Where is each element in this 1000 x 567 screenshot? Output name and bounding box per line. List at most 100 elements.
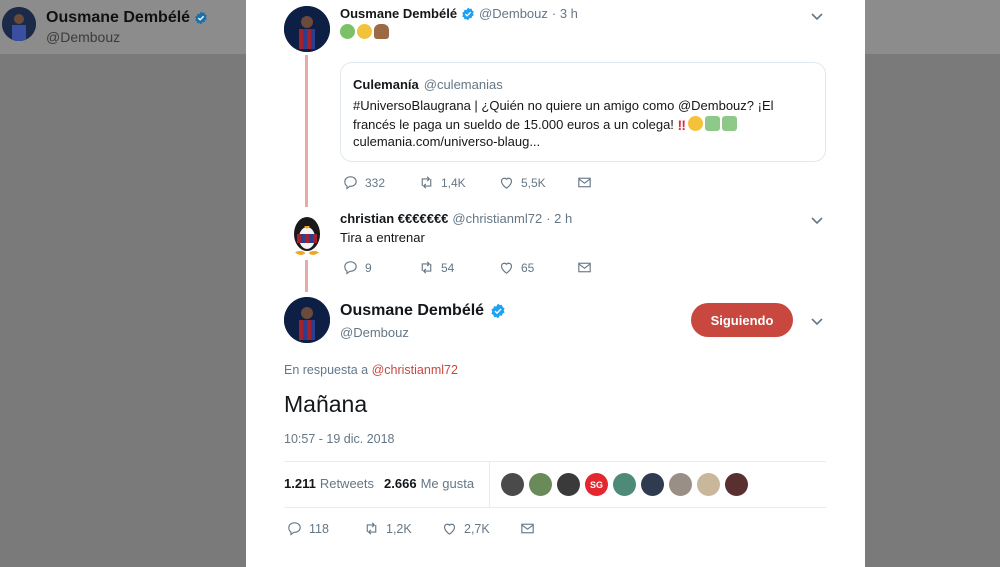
quoted-tweet[interactable]: Culemanía @culemanias #UniversoBlaugrana…	[340, 62, 826, 162]
background-profile-name[interactable]: Ousmane Dembélé	[46, 9, 208, 27]
verified-icon	[195, 11, 207, 25]
rolling-laughing-face-icon	[688, 116, 703, 132]
background-name-text: Ousmane Dembélé	[46, 9, 191, 26]
thread-line	[305, 260, 308, 292]
liker-avatar[interactable]	[501, 473, 524, 496]
reply-button[interactable]: 332	[342, 174, 418, 191]
retweet-icon	[421, 176, 432, 189]
background-avatar[interactable]	[2, 7, 36, 41]
retweet-button[interactable]: 1,2K	[363, 520, 441, 537]
like-count: 2,7K	[464, 521, 490, 536]
quote-link[interactable]: culemania.com/universo-blaug...	[353, 134, 540, 149]
main-author-name-text: Ousmane Dembélé	[340, 302, 485, 319]
liker-avatar[interactable]	[725, 473, 748, 496]
envelope-icon	[521, 523, 534, 534]
retweets-count: 1.211	[284, 476, 316, 491]
liker-avatar[interactable]	[613, 473, 636, 496]
reply-count: 118	[309, 521, 329, 536]
tweet-time[interactable]: · 3 h	[552, 6, 578, 21]
likes-count: 2.666	[384, 476, 417, 491]
tired-face-icon	[357, 24, 372, 39]
author-handle[interactable]: @Dembouz	[479, 6, 548, 21]
tweet-header: christian €€€€€€€ @christianml72 · 2 h	[340, 211, 572, 226]
quote-header: Culemanía @culemanias	[353, 77, 503, 92]
reply-icon	[344, 176, 357, 190]
tweet-header: Ousmane Dembélé @Dembouz · 3 h	[340, 6, 578, 21]
author-name[interactable]: Ousmane Dembélé	[340, 6, 457, 21]
retweet-icon	[421, 261, 432, 274]
heart-icon	[500, 262, 513, 274]
tweet-text: Tira a entrenar	[340, 230, 425, 245]
reply-prefix: En respuesta a	[284, 363, 369, 377]
envelope-icon	[578, 177, 591, 188]
pile-of-poo-icon	[374, 24, 389, 39]
tweet-actions: 9 54 65	[342, 259, 593, 276]
likes-stat[interactable]: 2.666 Me gusta	[384, 476, 474, 491]
direct-message-button[interactable]	[576, 174, 593, 191]
following-button[interactable]: Siguiendo	[691, 303, 793, 337]
background-profile-handle[interactable]: @Dembouz	[46, 29, 120, 45]
reply-icon	[288, 522, 301, 536]
tweet-stats: 1.211 Retweets 2.666 Me gusta	[284, 476, 474, 491]
liker-avatar[interactable]	[529, 473, 552, 496]
main-tweet-actions: 118 1,2K 2,7K	[286, 520, 536, 537]
retweet-count: 1,2K	[386, 521, 412, 536]
liker-avatar[interactable]	[697, 473, 720, 496]
like-button[interactable]: 65	[498, 259, 576, 276]
liker-avatars: SG	[501, 473, 748, 496]
retweet-button[interactable]: 54	[418, 259, 498, 276]
reply-button[interactable]: 118	[286, 520, 363, 537]
retweet-count: 1,4K	[441, 175, 466, 190]
author-name[interactable]: christian €€€€€€€	[340, 211, 448, 226]
money-with-wings-icon	[722, 116, 737, 132]
nauseated-face-icon	[340, 24, 355, 39]
retweet-button[interactable]: 1,4K	[418, 174, 498, 191]
quote-author-name: Culemanía	[353, 77, 419, 92]
reply-icon	[344, 261, 357, 275]
quote-text: #UniversoBlaugrana | ¿Quién no quiere un…	[353, 96, 815, 135]
direct-message-button[interactable]	[576, 259, 593, 276]
main-author-name[interactable]: Ousmane Dembélé	[340, 302, 506, 320]
reply-count: 332	[365, 175, 386, 190]
heart-icon	[443, 523, 456, 535]
likes-label: Me gusta	[420, 476, 475, 491]
main-tweet-timestamp[interactable]: 10:57 - 19 dic. 2018	[284, 432, 395, 446]
divider	[284, 507, 826, 508]
reply-context: En respuesta a @christianml72	[284, 363, 458, 377]
like-count: 65	[521, 260, 535, 275]
avatar[interactable]	[284, 297, 330, 343]
chevron-down-icon[interactable]	[809, 8, 825, 24]
chevron-down-icon[interactable]	[809, 212, 825, 228]
quote-author-handle: @culemanias	[423, 77, 503, 92]
liker-avatar[interactable]: SG	[585, 473, 608, 496]
retweets-stat[interactable]: 1.211 Retweets	[284, 476, 374, 491]
quote-emojis: ‼	[678, 116, 737, 135]
verified-icon	[462, 7, 474, 20]
emoji-row	[340, 24, 389, 39]
avatar[interactable]	[284, 210, 330, 256]
tweet-conversation-modal: Ousmane Dembélé @Dembouz · 3 h Culemanía…	[246, 0, 865, 567]
heart-icon	[500, 177, 513, 189]
divider	[284, 461, 826, 462]
chevron-down-icon[interactable]	[809, 313, 825, 329]
money-with-wings-icon	[705, 116, 720, 132]
double-exclamation-icon: ‼	[677, 117, 686, 134]
direct-message-button[interactable]	[519, 520, 536, 537]
main-author-handle[interactable]: @Dembouz	[340, 325, 409, 340]
verified-icon	[491, 303, 505, 319]
author-handle[interactable]: @christianml72	[452, 211, 542, 226]
liker-avatar[interactable]	[669, 473, 692, 496]
tweet-actions: 332 1,4K 5,5K	[342, 174, 593, 191]
like-button[interactable]: 2,7K	[441, 520, 519, 537]
liker-avatar[interactable]	[641, 473, 664, 496]
reply-count: 9	[365, 260, 372, 275]
avatar[interactable]	[284, 6, 330, 52]
reply-button[interactable]: 9	[342, 259, 418, 276]
reply-to-link[interactable]: @christianml72	[372, 363, 458, 377]
like-button[interactable]: 5,5K	[498, 174, 576, 191]
liker-avatar[interactable]	[557, 473, 580, 496]
like-count: 5,5K	[521, 175, 546, 190]
stats-divider	[489, 462, 490, 507]
envelope-icon	[578, 262, 591, 273]
tweet-time[interactable]: · 2 h	[546, 211, 572, 226]
